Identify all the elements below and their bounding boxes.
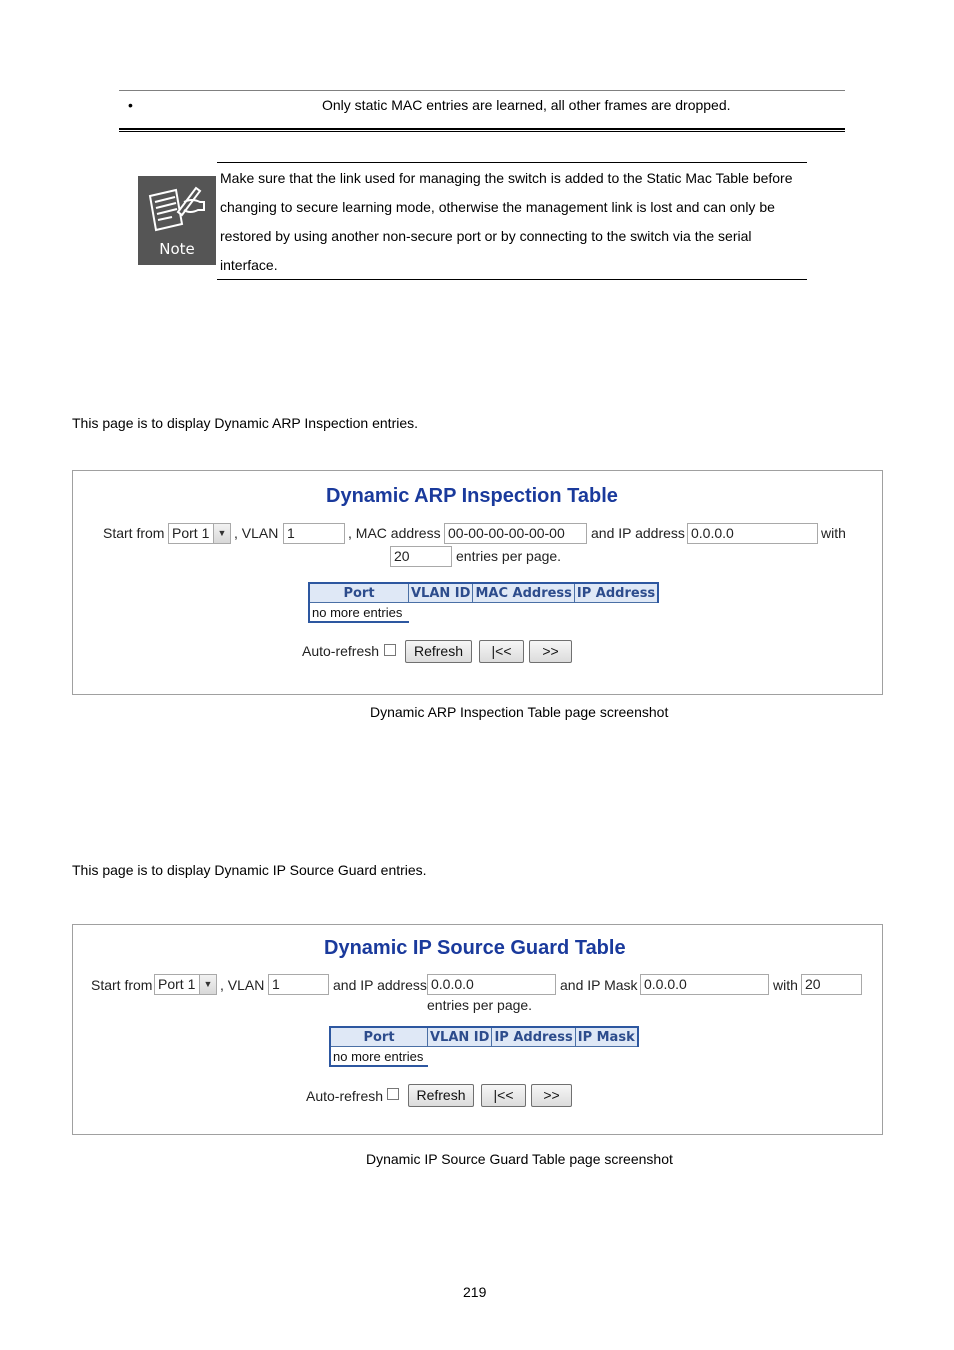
start-from-label: Start from xyxy=(91,977,153,993)
chevron-down-icon[interactable]: ▼ xyxy=(199,975,216,994)
port-select[interactable]: Port 1 ▼ xyxy=(168,523,231,544)
arp-caption: Dynamic ARP Inspection Table page screen… xyxy=(370,704,669,720)
start-from-label: Start from xyxy=(103,525,165,541)
column-header-ip-mask: IP Mask xyxy=(574,1026,639,1047)
note-text: Make sure that the link used for managin… xyxy=(220,164,810,280)
with-label: with xyxy=(773,977,798,993)
note-line: restored by using another non-secure por… xyxy=(220,228,752,244)
column-header-port: Port xyxy=(329,1026,428,1047)
entries-per-page-label: entries per page. xyxy=(427,997,533,1013)
column-header-vlan-id: VLAN ID xyxy=(407,582,474,603)
refresh-button[interactable]: Refresh xyxy=(405,640,472,663)
column-header-vlan-id: VLAN ID xyxy=(426,1026,493,1047)
note-line: interface. xyxy=(220,257,278,273)
note-top-rule xyxy=(217,162,807,163)
first-page-button[interactable]: |<< xyxy=(479,640,524,663)
empty-table-message: no more entries xyxy=(308,602,409,623)
auto-refresh-checkbox[interactable] xyxy=(387,1088,399,1100)
entries-per-page-input[interactable]: 20 xyxy=(801,974,862,995)
chevron-down-icon[interactable]: ▼ xyxy=(213,524,230,543)
ip-address-label: and IP address xyxy=(333,977,427,993)
table-row: no more entries xyxy=(329,1046,638,1067)
entries-per-page-label: entries per page. xyxy=(456,548,562,564)
column-header-ip-address: IP Address xyxy=(573,582,660,603)
port-select[interactable]: Port 1 ▼ xyxy=(154,974,217,995)
vlan-label: , VLAN xyxy=(234,525,279,541)
ipsg-panel-title: Dynamic IP Source Guard Table xyxy=(324,937,626,959)
next-page-button[interactable]: >> xyxy=(529,640,572,663)
note-label: Note xyxy=(159,240,195,258)
next-page-button[interactable]: >> xyxy=(531,1084,572,1107)
table-row: no more entries xyxy=(308,602,658,623)
column-header-mac-address: MAC Address xyxy=(472,582,575,603)
ip-mask-input[interactable]: 0.0.0.0 xyxy=(640,974,769,995)
port-select-value: Port 1 xyxy=(158,976,196,992)
empty-table-message: no more entries xyxy=(329,1046,428,1067)
table-bottom-border xyxy=(119,128,845,132)
mac-address-input[interactable]: 00-00-00-00-00-00 xyxy=(444,523,587,544)
column-header-port: Port xyxy=(308,582,409,603)
entries-per-page-input[interactable]: 20 xyxy=(390,546,452,567)
ip-address-input[interactable]: 0.0.0.0 xyxy=(687,523,818,544)
with-label: with xyxy=(821,525,846,541)
table-header-row: Port VLAN ID IP Address IP Mask xyxy=(329,1026,639,1047)
vlan-label: , VLAN xyxy=(220,977,265,993)
table-top-border xyxy=(119,90,845,91)
ip-address-label: and IP address xyxy=(591,525,685,541)
mac-address-label: , MAC address xyxy=(348,525,441,541)
arp-intro-text: This page is to display Dynamic ARP Insp… xyxy=(72,415,419,431)
note-pencil-icon xyxy=(148,186,205,232)
ipsg-caption: Dynamic IP Source Guard Table page scree… xyxy=(366,1151,673,1167)
note-line: changing to secure learning mode, otherw… xyxy=(220,199,775,215)
note-bottom-rule xyxy=(217,279,807,280)
ip-address-input[interactable]: 0.0.0.0 xyxy=(427,974,556,995)
arp-panel-title: Dynamic ARP Inspection Table xyxy=(326,485,618,507)
vlan-input[interactable]: 1 xyxy=(283,523,345,544)
ipsg-entries-table: Port VLAN ID IP Address IP Mask no more … xyxy=(329,1026,639,1067)
ip-mask-label: and IP Mask xyxy=(560,977,638,993)
table-header-row: Port VLAN ID MAC Address IP Address xyxy=(308,582,660,603)
arp-entries-table: Port VLAN ID MAC Address IP Address no m… xyxy=(308,582,660,623)
first-page-button[interactable]: |<< xyxy=(481,1084,526,1107)
port-select-value: Port 1 xyxy=(172,525,210,541)
arp-screenshot-panel: Dynamic ARP Inspection Table Start from … xyxy=(72,470,883,695)
bullet-point: • xyxy=(128,97,133,113)
note-icon: Note xyxy=(138,176,216,265)
auto-refresh-label: Auto-refresh xyxy=(306,1088,384,1104)
vlan-input[interactable]: 1 xyxy=(268,974,329,995)
note-line: Make sure that the link used for managin… xyxy=(220,170,793,186)
ipsg-screenshot-panel: Dynamic IP Source Guard Table Start from… xyxy=(72,924,883,1135)
ipsg-intro-text: This page is to display Dynamic IP Sourc… xyxy=(72,862,427,878)
page-number: 219 xyxy=(463,1284,487,1300)
column-header-ip-address: IP Address xyxy=(491,1026,576,1047)
refresh-button[interactable]: Refresh xyxy=(408,1084,474,1107)
auto-refresh-checkbox[interactable] xyxy=(384,644,396,656)
auto-refresh-label: Auto-refresh xyxy=(302,643,380,659)
secure-mode-description: Only static MAC entries are learned, all… xyxy=(322,97,731,113)
